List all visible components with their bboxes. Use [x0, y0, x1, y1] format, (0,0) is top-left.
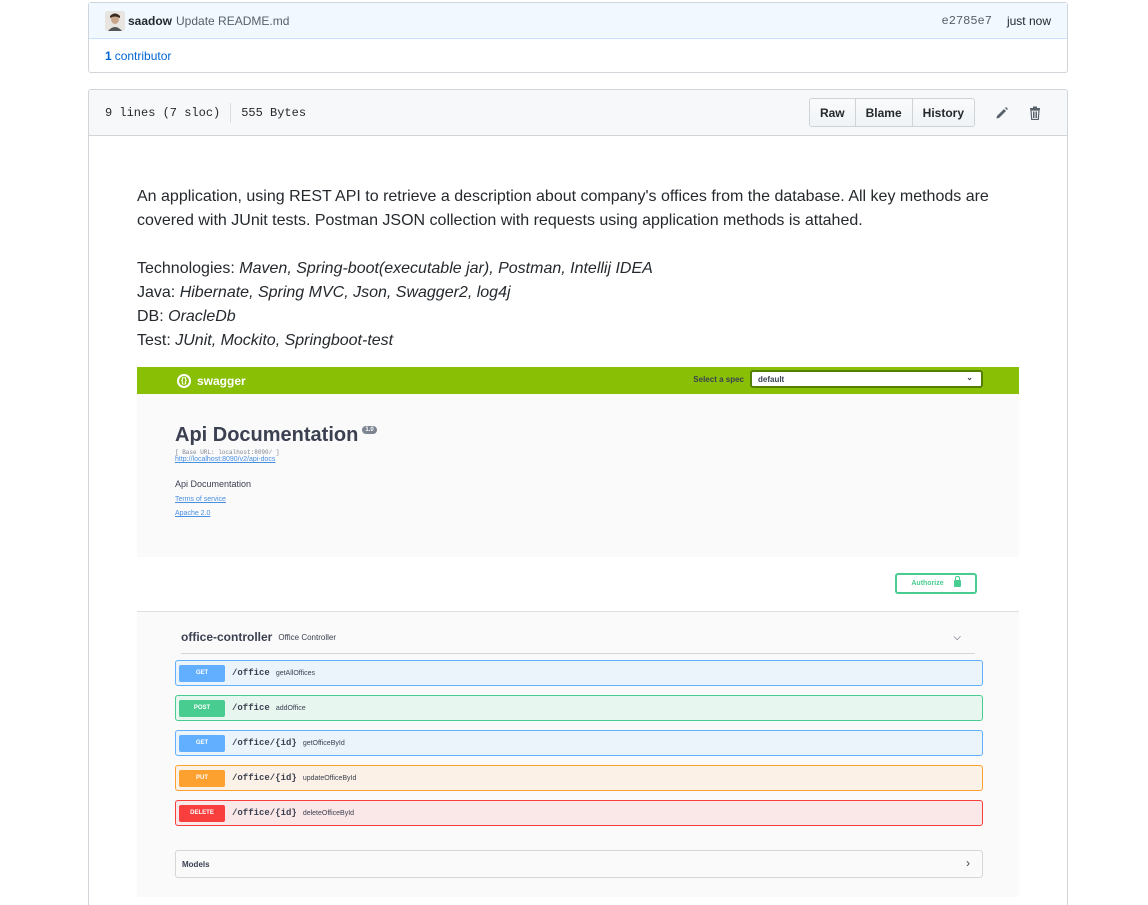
- line-label: Test:: [137, 332, 176, 349]
- readme-content: An application, using REST API to retrie…: [137, 185, 1027, 353]
- line-value: Maven, Spring-boot(executable jar), Post…: [239, 260, 653, 277]
- models-section: Models ›: [175, 850, 983, 878]
- operation-row: PUT /office/{id} updateOfficeById: [175, 765, 983, 791]
- commit-sha-link[interactable]: e2785e7: [942, 14, 992, 28]
- line-label: Java:: [137, 284, 180, 301]
- commit-tease: saadow Update README.md e2785e7 just now…: [88, 2, 1068, 73]
- api-title: Api Documentation 1.0: [175, 424, 377, 447]
- line-label: DB:: [137, 308, 169, 325]
- license-link: Apache 2.0: [175, 510, 211, 517]
- api-docs-link: http://localhost:8090/v2/api-docs: [175, 456, 276, 463]
- file-info: 9 lines (7 sloc) 555 Bytes: [105, 102, 307, 123]
- authorize-label: Authorize: [911, 580, 944, 587]
- models-label: Models: [182, 859, 210, 869]
- operation-summary: getOfficeById: [302, 739, 345, 747]
- office-controller-tag: office-controller Office Controller ⌵: [181, 630, 975, 654]
- terms-link: Terms of service: [175, 496, 226, 503]
- spec-select: default ⌄: [750, 370, 983, 388]
- readme-intro: An application, using REST API to retrie…: [137, 188, 989, 229]
- operation-summary: getAllOffices: [275, 669, 315, 677]
- chevron-down-icon: ⌄: [966, 373, 973, 382]
- swagger-logo-icon: {}: [177, 373, 191, 388]
- operation-summary: updateOfficeById: [302, 774, 357, 782]
- readme-line-db: DB: OracleDb: [137, 305, 1027, 329]
- trash-icon[interactable]: [1018, 99, 1051, 126]
- commit-time: just now: [1006, 14, 1051, 28]
- file-size: 555 Bytes: [241, 105, 307, 120]
- authorize-row: Authorize: [137, 557, 1019, 612]
- operation-row: GET /office/{id} getOfficeById: [175, 730, 983, 756]
- tag-name: office-controller: [181, 630, 273, 644]
- api-description: Api Documentation: [175, 479, 252, 489]
- operation-summary: addOffice: [275, 704, 306, 712]
- swagger-logo: {} swagger: [177, 373, 246, 388]
- blame-button[interactable]: Blame: [855, 99, 913, 126]
- chevron-right-icon: ›: [966, 856, 970, 870]
- operation-path: /office: [232, 668, 270, 678]
- api-version-badge: 1.0: [362, 426, 377, 434]
- raw-button[interactable]: Raw: [809, 99, 856, 126]
- spec-selector: Select a spec default ⌄: [693, 370, 983, 388]
- swagger-topbar: {} swagger Select a spec default ⌄: [137, 367, 1019, 394]
- spec-label: Select a spec: [693, 374, 744, 384]
- chevron-down-icon: ⌵: [953, 632, 961, 643]
- operation-path: /office: [232, 703, 270, 713]
- line-value: Hibernate, Spring MVC, Json, Swagger2, l…: [179, 284, 511, 301]
- operations-list: GET /office getAllOffices POST /office a…: [175, 660, 983, 835]
- authorize-button: Authorize: [895, 573, 977, 594]
- spec-value: default: [758, 374, 785, 384]
- method-badge: DELETE: [179, 804, 225, 822]
- line-label: Technologies:: [137, 260, 240, 277]
- operation-row: GET /office getAllOffices: [175, 660, 983, 686]
- readme-line-java: Java: Hibernate, Spring MVC, Json, Swagg…: [137, 281, 1027, 305]
- readme-tech-list: Technologies: Maven, Spring-boot(executa…: [137, 257, 1027, 353]
- lock-icon: [953, 576, 961, 587]
- commit-author-link[interactable]: saadow: [128, 14, 172, 28]
- author-avatar[interactable]: [105, 10, 125, 31]
- file-lines-info: 9 lines (7 sloc): [105, 105, 221, 120]
- line-value: OracleDb: [168, 308, 236, 325]
- api-title-text: Api Documentation: [175, 424, 359, 446]
- operation-path: /office/{id}: [232, 773, 297, 783]
- method-badge: GET: [179, 734, 225, 752]
- readme-line-test: Test: JUnit, Mockito, Springboot-test: [137, 329, 1027, 353]
- contributors-label: contributor: [114, 48, 172, 63]
- file-viewer: 9 lines (7 sloc) 555 Bytes Raw Blame His…: [88, 89, 1068, 905]
- operation-path: /office/{id}: [232, 738, 297, 748]
- method-badge: PUT: [179, 769, 225, 787]
- pencil-icon[interactable]: [985, 99, 1018, 126]
- swagger-screenshot: {} swagger Select a spec default ⌄ Api D…: [137, 367, 1019, 897]
- operation-path: /office/{id}: [232, 808, 297, 818]
- base-url: [ Base URL: localhost:8090/ ]: [175, 449, 280, 456]
- swagger-logo-text: swagger: [197, 373, 246, 388]
- line-value: JUnit, Mockito, Springboot-test: [175, 332, 394, 349]
- latest-commit-bar: saadow Update README.md e2785e7 just now: [89, 3, 1067, 39]
- operation-summary: deleteOfficeById: [302, 809, 355, 817]
- readme-line-technologies: Technologies: Maven, Spring-boot(executa…: [137, 257, 1027, 281]
- file-actions: Raw Blame History: [808, 98, 1051, 127]
- file-header: 9 lines (7 sloc) 555 Bytes Raw Blame His…: [89, 90, 1067, 136]
- file-info-divider: [230, 102, 232, 123]
- file-button-group: Raw Blame History: [808, 98, 975, 127]
- contributors-count: 1: [105, 48, 112, 63]
- contributors-link[interactable]: 1 contributor: [89, 39, 1067, 72]
- history-button[interactable]: History: [912, 99, 974, 126]
- method-badge: GET: [179, 664, 225, 682]
- swagger-info: Api Documentation 1.0 [ Base URL: localh…: [175, 424, 377, 517]
- method-badge: POST: [179, 699, 225, 717]
- commit-message-link[interactable]: Update README.md: [176, 14, 289, 28]
- operation-row: DELETE /office/{id} deleteOfficeById: [175, 800, 983, 826]
- tag-description: Office Controller: [278, 632, 336, 642]
- operation-row: POST /office addOffice: [175, 695, 983, 721]
